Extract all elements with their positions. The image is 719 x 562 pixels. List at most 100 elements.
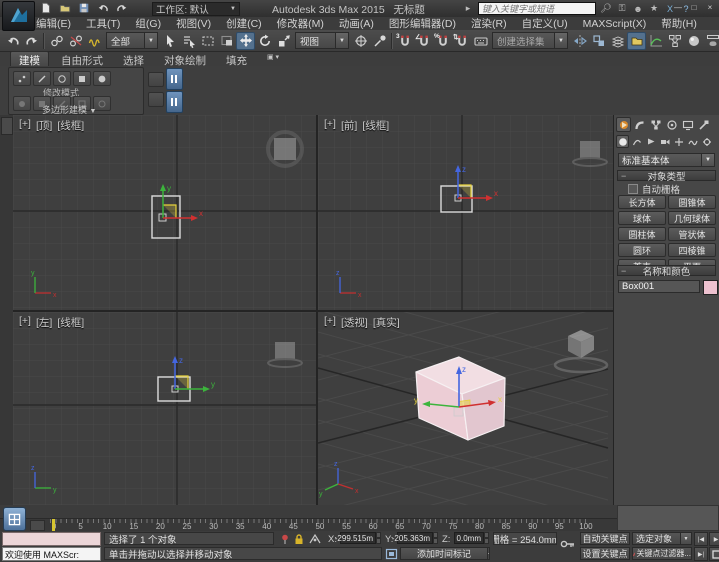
viewport-menu-shading[interactable]: [线框] — [362, 118, 389, 133]
snaps-toggle-3d[interactable]: 3 — [395, 32, 414, 50]
curve-editor-button[interactable] — [646, 32, 665, 50]
named-selection-sets-dropdown[interactable]: 创建选择集 ▼ — [492, 32, 568, 49]
maximize-button[interactable]: □ — [687, 1, 701, 13]
viewport-menu-general[interactable]: [+] — [324, 118, 336, 133]
align-button[interactable] — [589, 32, 608, 50]
motion-tab[interactable] — [664, 117, 679, 132]
key-selection-dropdown[interactable]: 选定对象 ▼ — [632, 532, 692, 545]
menu-item[interactable]: 创建(C) — [226, 16, 262, 31]
viewport-perspective[interactable]: z x y z x y [+] [透视] [真实] — [318, 312, 613, 505]
mirror-button[interactable] — [570, 32, 589, 50]
systems-icon[interactable] — [700, 135, 713, 148]
viewport-layout-button[interactable] — [3, 507, 26, 531]
add-time-tag-button[interactable]: 添加时间标记 — [400, 547, 488, 560]
display-tab[interactable] — [680, 117, 695, 132]
close-button[interactable]: × — [703, 1, 717, 13]
offset-mode-toggle[interactable] — [385, 548, 398, 562]
lights-icon[interactable] — [644, 135, 657, 148]
sign-in-icon[interactable]: ☻ — [632, 4, 644, 14]
object-color-swatch[interactable] — [703, 280, 718, 295]
selection-filter-dropdown[interactable]: 全部 ▼ — [106, 32, 158, 49]
unlink-selection-icon[interactable] — [66, 32, 85, 50]
x-spinner[interactable] — [376, 532, 381, 544]
primitive-button[interactable]: 圆柱体 — [618, 227, 666, 241]
undo-button[interactable] — [3, 32, 22, 50]
render-setup-button[interactable] — [703, 32, 719, 50]
element-mode-button[interactable] — [93, 71, 111, 86]
menu-item[interactable]: 图形编辑器(D) — [389, 16, 456, 31]
create-tab[interactable] — [616, 117, 631, 132]
viewport-layout-tab[interactable] — [1, 117, 13, 135]
menu-item[interactable]: 动画(A) — [339, 16, 374, 31]
menu-item[interactable]: 自定义(U) — [522, 16, 568, 31]
vertex-mode-button[interactable] — [13, 71, 31, 86]
preview-subobject-button-1[interactable] — [13, 96, 31, 111]
schematic-view-button[interactable] — [665, 32, 684, 50]
maxscript-mini-listener-pink[interactable] — [2, 532, 101, 546]
go-to-start-button[interactable]: |◀ — [694, 532, 708, 546]
ribbon-tab-populate[interactable]: 填充 — [218, 52, 255, 66]
layer-manager-button[interactable] — [608, 32, 627, 50]
cameras-icon[interactable] — [658, 135, 671, 148]
menu-item[interactable]: 修改器(M) — [277, 16, 324, 31]
primitive-button[interactable]: 几何球体 — [668, 211, 716, 225]
auto-key-button[interactable]: 自动关键点 — [580, 532, 630, 545]
select-object-button[interactable] — [160, 32, 179, 50]
help-search-input[interactable] — [478, 2, 596, 15]
primitive-button[interactable]: 管状体 — [668, 227, 716, 241]
search-icon[interactable]: 🔎︎ — [600, 3, 612, 14]
viewport-top[interactable]: y x x y [+] [顶] [线框] — [13, 115, 316, 310]
select-and-link-icon[interactable] — [47, 32, 66, 50]
set-keys-key-icon[interactable] — [560, 537, 576, 554]
play-animation-button[interactable]: ▶ — [709, 532, 719, 546]
material-editor-button[interactable] — [684, 32, 703, 50]
open-mini-curve-editor-button[interactable] — [30, 520, 45, 531]
z-coordinate-field[interactable]: 0.0mm — [454, 532, 484, 544]
ribbon-show-full-toggle[interactable] — [166, 91, 183, 113]
border-mode-button[interactable] — [53, 71, 71, 86]
menu-item[interactable]: 渲染(R) — [471, 16, 507, 31]
viewport-front[interactable]: z x x z [+] [前] [线框] — [318, 115, 613, 310]
viewport-menu-shading[interactable]: [线框] — [57, 118, 84, 133]
object-type-rollout-header[interactable]: − 对象类型 — [617, 170, 716, 181]
select-and-move-button[interactable] — [236, 32, 255, 50]
primitive-button[interactable]: 四棱锥 — [668, 243, 716, 257]
modify-tab[interactable] — [632, 117, 647, 132]
z-spinner[interactable] — [484, 532, 489, 544]
viewport-menu-pov[interactable]: [左] — [36, 315, 52, 330]
save-file-icon[interactable] — [76, 1, 92, 15]
key-icon[interactable]: ⚿ — [616, 3, 628, 14]
viewcube-icon[interactable] — [274, 138, 296, 160]
menu-item[interactable]: MAXScript(X) — [583, 18, 647, 30]
viewport-menu-shading[interactable]: [真实] — [373, 315, 400, 330]
name-color-rollout-header[interactable]: − 名称和颜色 — [617, 265, 716, 276]
max-logo[interactable] — [2, 1, 35, 31]
utilities-tab[interactable] — [696, 117, 711, 132]
x-coordinate-field[interactable]: -299.515m — [340, 532, 376, 544]
undo-icon[interactable] — [95, 1, 111, 15]
bind-to-space-warp-icon[interactable] — [85, 32, 104, 50]
ribbon-tab-modeling[interactable]: 建模 — [10, 51, 49, 66]
gizmo-center-handle[interactable] — [454, 407, 463, 416]
maximize-viewport-toggle[interactable] — [709, 547, 719, 561]
helpers-icon[interactable] — [672, 135, 685, 148]
hierarchy-tab[interactable] — [648, 117, 663, 132]
primitive-button[interactable]: 球体 — [618, 211, 666, 225]
minimize-button[interactable]: — — [671, 1, 685, 13]
open-file-icon[interactable] — [57, 1, 73, 15]
viewport-menu-general[interactable]: [+] — [19, 315, 31, 330]
polygon-mode-button[interactable] — [73, 71, 91, 86]
shapes-icon[interactable] — [630, 135, 643, 148]
y-spinner[interactable] — [433, 532, 438, 544]
viewport-menu-general[interactable]: [+] — [19, 118, 31, 133]
angle-snap-toggle[interactable]: ∠ — [414, 32, 433, 50]
primitive-button[interactable]: 长方体 — [618, 195, 666, 209]
menu-item[interactable]: 编辑(E) — [36, 16, 71, 31]
primitive-category-dropdown[interactable]: 标准基本体 ▼ — [618, 153, 715, 167]
select-and-scale-button[interactable] — [274, 32, 293, 50]
menu-item[interactable]: 工具(T) — [86, 16, 120, 31]
new-file-icon[interactable] — [38, 1, 54, 15]
search-expand-icon[interactable]: ▸ — [462, 3, 474, 14]
viewport-menu-pov[interactable]: [透视] — [341, 315, 368, 330]
ribbon-collapse-up-button[interactable] — [148, 72, 164, 87]
